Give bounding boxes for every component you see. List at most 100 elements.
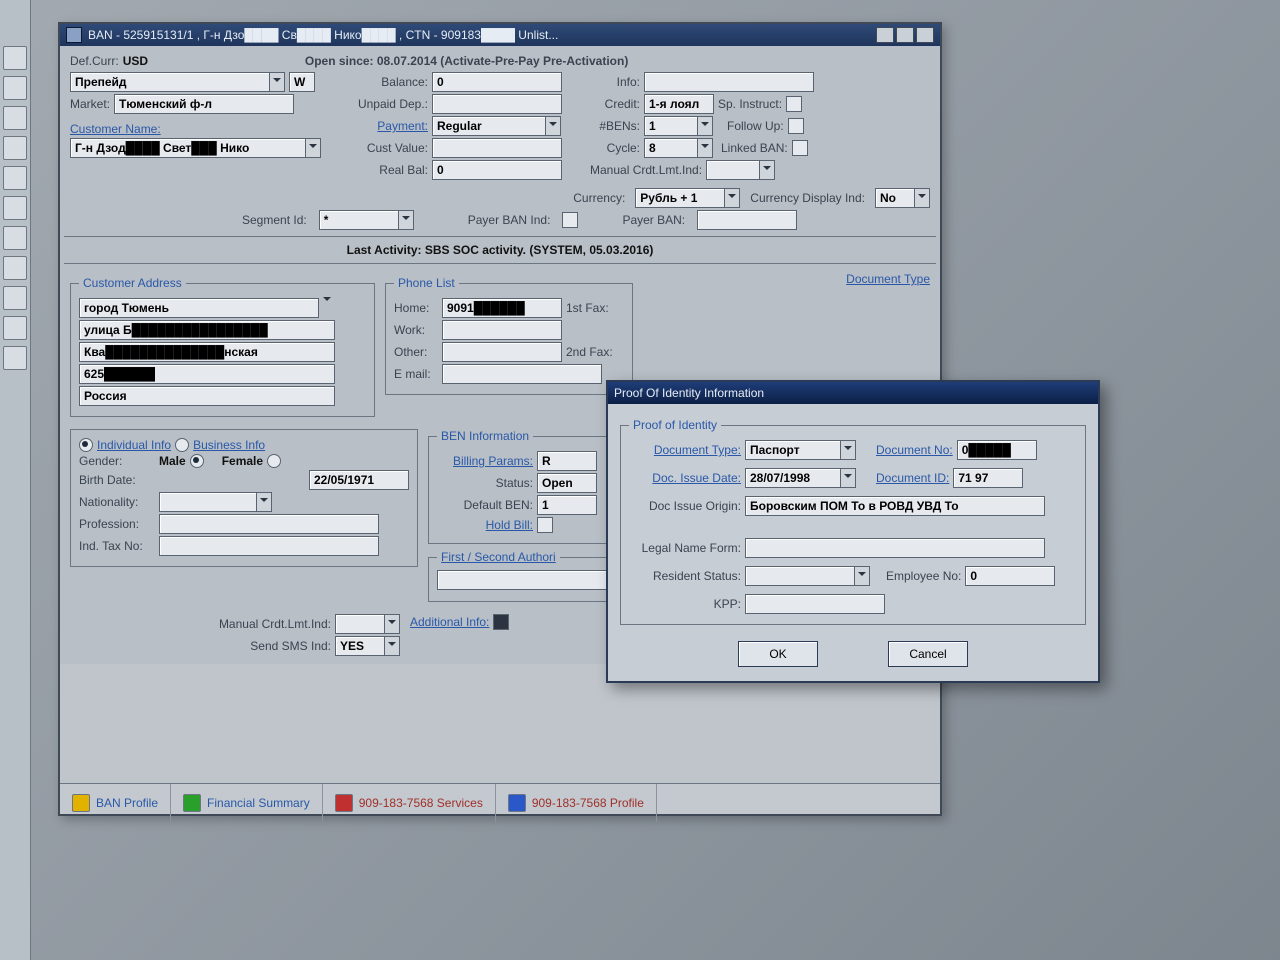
legal-name-value[interactable] [745,538,1045,558]
male-label: Male [159,454,186,468]
hold-bill-label[interactable]: Hold Bill: [437,518,533,532]
tab-financial-summary[interactable]: Financial Summary [171,784,323,822]
toolbar-icon[interactable] [3,346,27,370]
individual-radio[interactable]: Individual Info [79,438,171,452]
toolbar-icon[interactable] [3,76,27,100]
toolbar-icon[interactable] [3,106,27,130]
manual-crdt-select2[interactable] [335,614,400,634]
open-since: Open since: 08.07.2014 (Activate-Pre-Pay… [305,54,628,68]
modal-titlebar[interactable]: Proof Of Identity Information [608,382,1098,404]
payment-label[interactable]: Payment: [340,119,428,133]
segment-select[interactable]: * [319,210,414,230]
customer-name-select[interactable]: Г-н Дзод████ Свет███ Нико [70,138,321,158]
payer-ban-ind-checkbox[interactable] [562,212,578,228]
business-radio[interactable]: Business Info [175,438,265,452]
chevron-down-icon[interactable] [323,301,331,315]
toolbar-icon[interactable] [3,316,27,340]
toolbar-icon[interactable] [3,286,27,310]
toolbar-icon[interactable] [3,256,27,280]
tab-ban-profile[interactable]: BAN Profile [60,784,171,822]
nationality-select[interactable] [159,492,272,512]
additional-info-label[interactable]: Additional Info: [410,615,489,629]
cust-value-value [432,138,562,158]
tab-profile[interactable]: 909-183-7568 Profile [496,784,657,822]
tab-services[interactable]: 909-183-7568 Services [323,784,496,822]
cycle-select[interactable]: 8 [644,138,713,158]
chevron-down-icon[interactable] [698,138,713,158]
toolbar-icon[interactable] [3,196,27,220]
close-button[interactable] [916,27,934,43]
send-sms-select[interactable]: YES [335,636,400,656]
curr-disp-label: Currency Display Ind: [750,191,865,205]
ind-tax-label: Ind. Tax No: [79,539,155,553]
billing-params-label[interactable]: Billing Params: [437,454,533,468]
ok-button[interactable]: OK [738,641,818,667]
chevron-down-icon[interactable] [385,614,400,634]
doc-no-value[interactable]: 0█████ [957,440,1037,460]
doc-id-label[interactable]: Document ID: [876,471,949,485]
chevron-down-icon[interactable] [270,72,285,92]
male-radio[interactable] [190,454,204,468]
currency-select[interactable]: Рубль + 1 [635,188,740,208]
doc-id-value[interactable]: 71 97 [953,468,1023,488]
last-activity: Last Activity: SBS SOC activity. (SYSTEM… [347,243,654,257]
manual-crdt-select[interactable] [706,160,775,180]
issue-date-label[interactable]: Doc. Issue Date: [629,471,741,485]
curr-disp-select[interactable]: No [875,188,930,208]
default-ben-label: Default BEN: [437,498,533,512]
chevron-down-icon[interactable] [385,636,400,656]
chevron-down-icon[interactable] [546,116,561,136]
additional-info-checkbox[interactable] [493,614,509,630]
issue-origin-value[interactable]: Боровским ПОМ То в РОВД УВД То [745,496,1045,516]
chevron-down-icon[interactable] [855,566,870,586]
currency-label: Currency: [573,191,625,205]
toolbar-icon[interactable] [3,136,27,160]
follow-up-checkbox[interactable] [788,118,804,134]
chevron-down-icon[interactable] [698,116,713,136]
chevron-down-icon[interactable] [725,188,740,208]
birth-date-value[interactable]: 22/05/1971 [309,470,409,490]
kpp-value[interactable] [745,594,885,614]
chevron-down-icon[interactable] [399,210,414,230]
employee-no-value[interactable]: 0 [965,566,1055,586]
minimize-button[interactable] [876,27,894,43]
other-value[interactable] [442,342,562,362]
chevron-down-icon[interactable] [306,138,321,158]
bens-select[interactable]: 1 [644,116,713,136]
first-second-auth-legend[interactable]: First / Second Authori [437,550,560,564]
plan-select[interactable]: Препейд [70,72,285,92]
phone-list-legend: Phone List [394,276,459,290]
ind-tax-value[interactable] [159,536,379,556]
profession-value[interactable] [159,514,379,534]
resident-status-select[interactable] [745,566,870,586]
auth-field[interactable] [437,570,607,590]
issue-date-select[interactable]: 28/07/1998 [745,468,856,488]
chevron-down-icon[interactable] [257,492,272,512]
email-value[interactable] [442,364,602,384]
doc-type-label[interactable]: Document Type: [629,443,741,457]
maximize-button[interactable] [896,27,914,43]
toolbar-icon[interactable] [3,46,27,70]
manual-crdt-label2: Manual Crdt.Lmt.Ind: [219,617,331,631]
toolbar-icon[interactable] [3,166,27,190]
chevron-down-icon[interactable] [915,188,930,208]
payment-select[interactable]: Regular [432,116,561,136]
work-value[interactable] [442,320,562,340]
sp-instruct-checkbox[interactable] [786,96,802,112]
cancel-button[interactable]: Cancel [888,641,968,667]
linked-ban-checkbox[interactable] [792,140,808,156]
customer-name-label[interactable]: Customer Name: [70,122,161,136]
toolbar-icon[interactable] [3,226,27,250]
ban-titlebar[interactable]: BAN - 525915131/1 , Г-н Дзо████ Св████ Н… [60,24,940,46]
home-value[interactable]: 9091██████ [442,298,562,318]
hold-bill-checkbox[interactable] [537,517,553,533]
doc-no-label[interactable]: Document No: [876,443,953,457]
doc-type-select[interactable]: Паспорт [745,440,856,460]
payer-ban-value[interactable] [697,210,797,230]
chevron-down-icon[interactable] [841,468,856,488]
chevron-down-icon[interactable] [760,160,775,180]
chevron-down-icon[interactable] [841,440,856,460]
send-sms-value: YES [335,636,385,656]
female-radio[interactable] [267,454,281,468]
document-type-link[interactable]: Document Type [846,272,930,286]
